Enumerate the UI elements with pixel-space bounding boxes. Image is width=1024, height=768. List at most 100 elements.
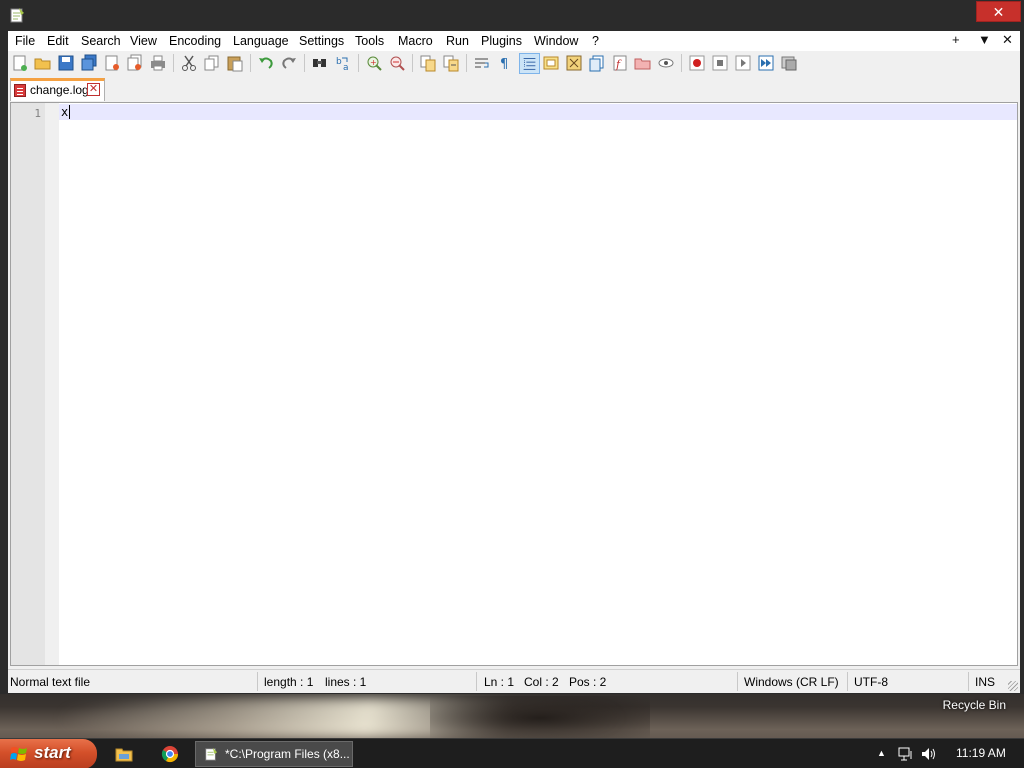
status-divider [847,672,848,691]
tab-change-log[interactable]: change.log ✕ [10,78,105,101]
macro-record-icon[interactable] [688,54,706,72]
status-column: Col : 2 [524,675,559,689]
save-icon[interactable] [57,54,75,72]
windows-flag-icon [10,747,27,761]
recycle-bin-label[interactable]: Recycle Bin [943,698,1006,712]
title-bar[interactable]: ✕ [0,0,1024,30]
status-divider [968,672,969,691]
status-line: Ln : 1 [484,675,515,689]
status-file-type: Normal text file [10,675,91,689]
user-defined-language-icon[interactable] [542,54,560,72]
toolbar-separator [250,54,251,72]
doc-list-icon[interactable] [588,54,606,72]
tab-bar: change.log ✕ [8,77,1020,101]
toolbar-separator [304,54,305,72]
window-close-button[interactable]: ✕ [976,1,1021,22]
menu-edit[interactable]: Edit [47,34,69,48]
status-eol[interactable]: Windows (CR LF) [744,675,839,689]
toolbar-separator [466,54,467,72]
sync-vertical-icon[interactable] [419,54,437,72]
folder-as-workspace-icon[interactable] [634,54,652,72]
menu-view[interactable]: View [130,34,157,48]
line-number: 1 [34,107,41,120]
menu-window[interactable]: Window [534,34,578,48]
status-encoding[interactable]: UTF-8 [854,675,888,689]
find-icon[interactable] [311,54,329,72]
paste-icon[interactable] [226,54,244,72]
volume-icon[interactable] [921,747,937,761]
sync-horizontal-icon[interactable] [442,54,460,72]
macro-stop-icon[interactable] [711,54,729,72]
close-all-icon[interactable] [126,54,144,72]
fold-margin[interactable] [45,103,59,665]
menu-language[interactable]: Language [233,34,289,48]
toolbar-separator [358,54,359,72]
notepadpp-icon[interactable] [9,7,25,23]
new-file-icon[interactable] [11,54,29,72]
close-file-icon[interactable] [103,54,121,72]
unsaved-file-icon [14,84,26,97]
indent-guide-icon[interactable] [519,53,540,74]
status-bar: Normal text file length : 1 lines : 1 Ln… [8,669,1020,693]
resize-grip[interactable] [1008,681,1018,691]
replace-icon[interactable]: ba [334,54,352,72]
status-position: Pos : 2 [569,675,607,689]
svg-text:+: + [370,58,377,67]
monitoring-eye-icon[interactable] [657,54,675,72]
status-divider [737,672,738,691]
redo-icon[interactable] [280,54,298,72]
menu-search[interactable]: Search [81,34,121,48]
show-hidden-icons-icon[interactable]: ▲ [877,748,886,758]
copy-icon[interactable] [203,54,221,72]
function-list-icon[interactable]: f [611,54,629,72]
toolbar-separator [173,54,174,72]
menu-encoding[interactable]: Encoding [169,34,221,48]
svg-text:b: b [336,57,342,67]
toolbar-separator [412,54,413,72]
print-icon[interactable] [149,54,167,72]
tab-list-arrow-icon[interactable]: ▼ [978,32,991,47]
tab-close-icon[interactable]: ✕ [87,83,100,96]
menu-tools[interactable]: Tools [355,34,384,48]
menu-macro[interactable]: Macro [398,34,433,48]
word-wrap-icon[interactable] [473,54,491,72]
close-document-icon[interactable]: ✕ [1002,32,1013,48]
menu-run[interactable]: Run [446,34,469,48]
undo-icon[interactable] [257,54,275,72]
file-explorer-icon[interactable] [115,745,133,763]
save-all-icon[interactable] [80,54,98,72]
macro-save-icon[interactable] [780,54,798,72]
macro-play-icon[interactable] [734,54,752,72]
editor-line-text[interactable]: x [61,105,68,119]
network-icon[interactable] [898,747,914,761]
new-tab-plus-icon[interactable]: + [952,32,960,47]
notepad-window: ✕ File Edit Search View Encoding Languag… [0,0,1024,694]
taskbar-notepadpp-item[interactable]: *C:\Program Files (x8... [195,741,353,767]
show-all-chars-icon[interactable]: ¶ [496,54,514,72]
text-editor[interactable]: 1 x [10,102,1018,666]
status-insert-mode[interactable]: INS [975,675,995,689]
menu-plugins[interactable]: Plugins [481,34,522,48]
macro-run-multiple-icon[interactable] [757,54,775,72]
tab-label: change.log [30,83,89,97]
task-label: *C:\Program Files (x8... [225,747,350,761]
status-lines: lines : 1 [325,675,367,689]
zoom-out-icon[interactable] [388,54,406,72]
chrome-icon[interactable] [161,745,179,763]
start-button[interactable]: start [0,739,97,768]
zoom-in-icon[interactable]: + [365,54,383,72]
line-number-gutter: 1 [11,103,45,665]
menu-help[interactable]: ? [592,34,599,48]
doc-map-icon[interactable] [565,54,583,72]
current-line-highlight [59,104,1017,120]
svg-text:¶: ¶ [500,57,508,72]
taskbar: start *C:\Program Files (x8... ▲ 11:19 A… [0,738,1024,768]
taskbar-clock[interactable]: 11:19 AM [956,746,1006,760]
menu-bar: File Edit Search View Encoding Language … [8,31,1020,51]
open-file-icon[interactable] [34,54,52,72]
cut-icon[interactable] [180,54,198,72]
menu-file[interactable]: File [15,34,35,48]
menu-settings[interactable]: Settings [299,34,344,48]
notepadpp-task-icon [205,747,218,761]
app-client-area: File Edit Search View Encoding Language … [8,31,1020,693]
